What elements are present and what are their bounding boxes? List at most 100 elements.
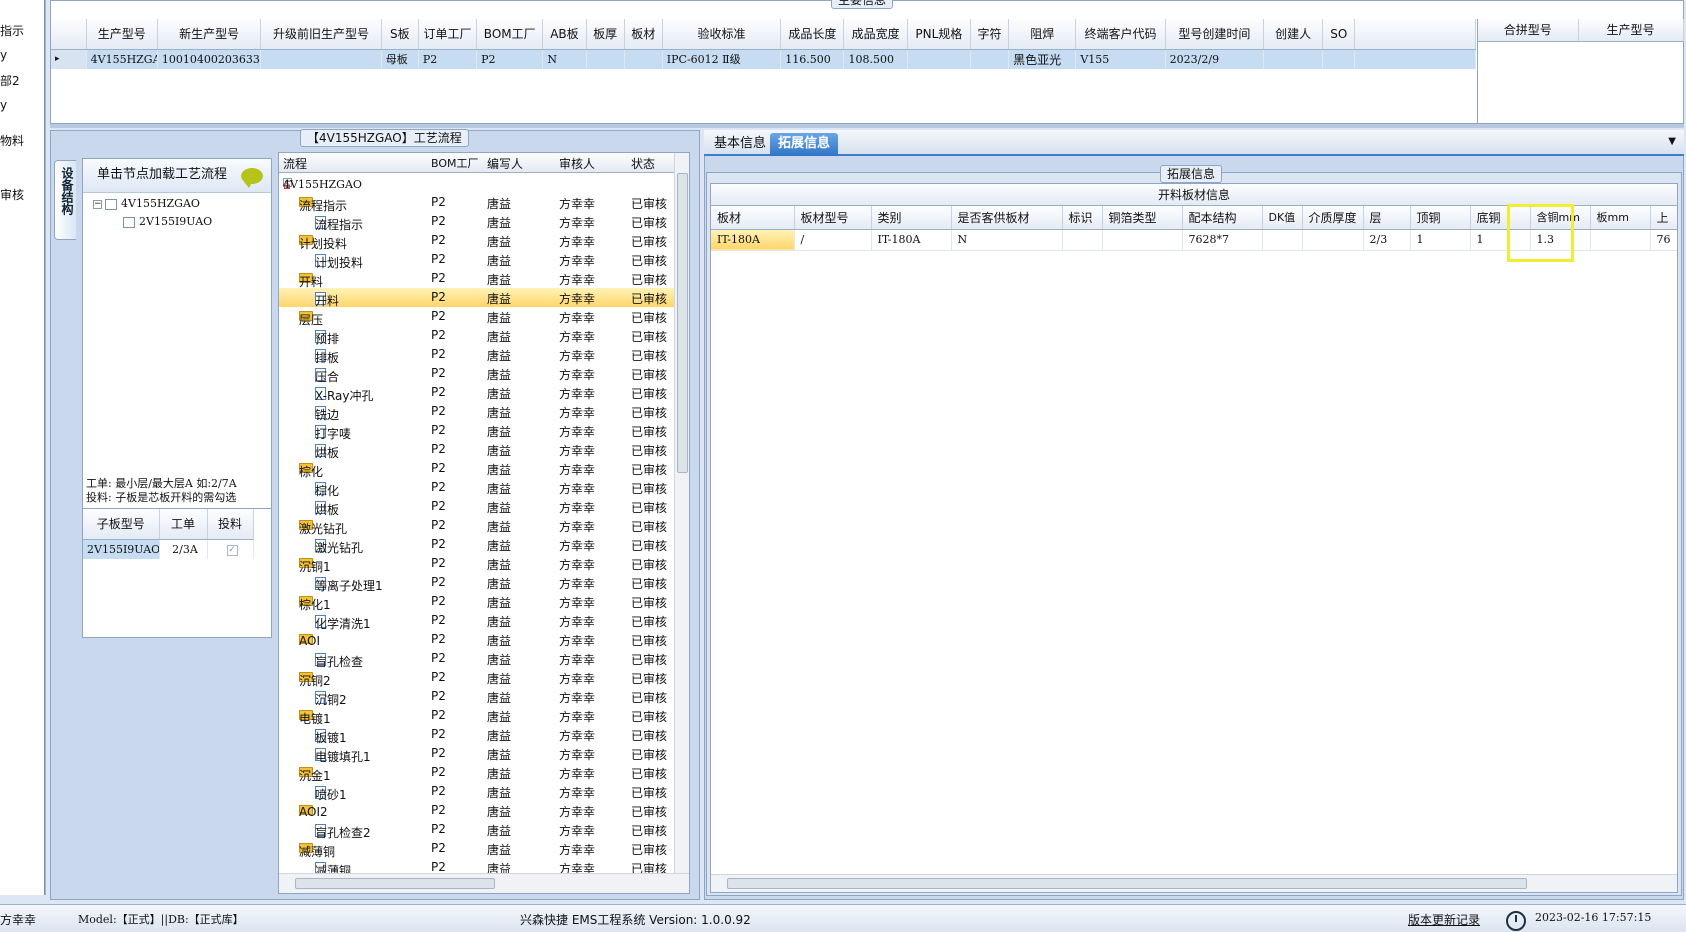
flow-row[interactable]: −AOIP2唐益方幸幸已审核 [279,630,675,649]
flow-row[interactable]: 化学清洗1 P2 唐益 方幸幸 已审核 [279,611,675,631]
horizontal-scrollbar[interactable] [711,874,1677,892]
flow-row[interactable]: 电镀填孔1 P2 唐益 方幸幸 已审核 [279,744,675,764]
flow-row[interactable]: 喷砂1 P2 唐益 方幸幸 已审核 [279,782,675,802]
col-header[interactable]: 订单工厂 [418,19,478,50]
col-header[interactable]: 终端客户代码 [1075,19,1166,50]
cell[interactable] [586,49,625,69]
col-header[interactable]: 是否客供板材 [951,206,1063,230]
scroll-thumb[interactable] [295,878,495,889]
col-header[interactable]: SO [1322,19,1356,50]
col-header[interactable]: 验收标准 [662,19,782,50]
cell[interactable]: IT-180A [871,229,952,251]
left-nav-item[interactable]: y [0,48,7,62]
flow-row[interactable]: −沉铜1P2唐益方幸幸已审核 [279,554,675,574]
flow-row[interactable]: −沉金1P2唐益方幸幸已审核 [279,763,675,783]
cell[interactable]: 76 [1650,229,1677,251]
cell[interactable]: N [951,229,1063,251]
col-header[interactable]: 介质厚度 [1302,206,1364,230]
flow-row[interactable]: 压合 P2 唐益 方幸幸 已审核 [279,364,675,384]
flow-row[interactable]: −棕化P2唐益方幸幸已审核 [279,459,675,479]
scroll-thumb[interactable] [677,173,688,473]
col-header[interactable]: 工单 [159,509,208,540]
flow-row[interactable]: 计划投料 P2 唐益 方幸幸 已审核 [279,250,675,270]
flow-row[interactable]: −AOI2P2唐益方幸幸已审核 [279,801,675,820]
col-header[interactable]: 板mm [1590,206,1651,230]
scroll-thumb[interactable] [727,878,1527,889]
left-nav-item[interactable]: 指示 [0,22,24,39]
version-history-link[interactable]: 版本更新记录 [1408,911,1480,928]
flow-row[interactable]: −棕化1P2唐益方幸幸已审核 [279,592,675,612]
cell[interactable] [970,49,1010,69]
tab-equipment-structure[interactable]: 设备结构 [54,160,76,240]
cell[interactable] [1062,229,1103,251]
splitter[interactable] [50,124,1684,128]
flow-row[interactable]: 盲孔检查2 P2 唐益 方幸幸 已审核 [279,820,675,840]
flow-row[interactable]: 激光钻孔 P2 唐益 方幸幸 已审核 [279,535,675,555]
col-header[interactable]: S板 [381,19,419,50]
col-header[interactable]: 层 [1363,206,1411,230]
left-nav-item[interactable]: y [0,98,7,112]
left-nav-item[interactable]: 部2 [0,72,20,89]
col-header[interactable]: 生产型号 [1578,19,1684,42]
flow-row[interactable]: 排板 P2 唐益 方幸幸 已审核 [279,345,675,365]
vertical-scrollbar[interactable] [674,153,689,875]
col-header[interactable]: 型号创建时间 [1165,19,1265,50]
col-header[interactable]: 审核人 [559,155,595,172]
chevron-down-icon[interactable]: ▼ [1668,136,1676,147]
cell[interactable]: 108.500 [843,49,908,69]
left-nav-item[interactable]: 物料 [0,132,24,149]
cell[interactable]: P2 [476,49,544,69]
col-header[interactable]: 板材 [624,19,663,50]
col-header[interactable]: 成品宽度 [843,19,908,50]
flow-row[interactable]: X-Ray冲孔 P2 唐益 方幸幸 已审核 [279,383,675,403]
table-row[interactable]: 2V155I9UAO 2/3A ✓ [83,539,254,559]
col-header[interactable]: BOM工厂 [476,19,544,50]
flow-row[interactable]: −沉铜2P2唐益方幸幸已审核 [279,668,675,688]
cell[interactable]: 2023/2/9 [1165,49,1265,69]
col-header[interactable]: 生产型号 [86,19,158,50]
col-header[interactable]: 配本结构 [1182,206,1263,230]
col-header[interactable]: 新生产型号 [157,19,262,50]
flow-row[interactable]: 打字唛 P2 唐益 方幸幸 已审核 [279,421,675,441]
col-header[interactable]: 板材 [711,206,795,230]
tab-basic-info[interactable]: 基本信息 [706,133,774,156]
cell[interactable]: V155 [1075,49,1166,69]
cell[interactable]: 116.500 [780,49,845,69]
horizontal-scrollbar[interactable] [279,873,689,893]
col-header[interactable]: PNL规格 [907,19,971,50]
cell[interactable] [1263,49,1324,69]
col-header[interactable]: 状态 [631,155,655,172]
col-header[interactable]: 标识 [1062,206,1103,230]
flow-row[interactable]: 等离子处理1 P2 唐益 方幸幸 已审核 [279,573,675,593]
checkbox-icon[interactable]: ✓ [226,545,238,557]
flow-row[interactable]: 沉铜2 P2 唐益 方幸幸 已审核 [279,687,675,707]
tree-node-root[interactable]: −4V155HZGAO [93,197,200,210]
cell[interactable] [1102,229,1183,251]
col-header[interactable]: 成品长度 [780,19,845,50]
left-nav-item[interactable]: 审核 [0,186,24,203]
table-row[interactable]: ▸ 4V155HZGAO 10010400203633 母板 P2 P2 N I… [51,49,1476,69]
flow-row[interactable]: 板镀1 P2 唐益 方幸幸 已审核 [279,725,675,745]
tree-node-child[interactable]: 2V155I9UAO [123,215,212,228]
cell[interactable]: 2V155I9UAO [83,539,160,559]
cell[interactable] [1262,229,1303,251]
cell[interactable]: IPC-6012 Ⅱ级 [662,49,782,69]
col-header[interactable]: 投料 [207,509,254,540]
col-header[interactable]: 创建人 [1263,19,1324,50]
cell[interactable]: 1 [1410,229,1471,251]
col-header[interactable]: 字符 [970,19,1010,50]
col-header[interactable]: 阻焊 [1008,19,1077,50]
cell[interactable] [1322,49,1356,69]
tab-extended-info[interactable]: 拓展信息 [770,133,839,156]
flow-row[interactable]: −层压P2唐益方幸幸已审核 [279,307,675,327]
col-header[interactable]: 板厚 [586,19,625,50]
cell[interactable] [907,49,971,69]
cell[interactable] [260,49,382,69]
cell[interactable]: P2 [418,49,478,69]
col-header[interactable]: 板材型号 [794,206,872,230]
col-header[interactable]: DK值 [1262,206,1303,230]
cell[interactable]: 7628*7 [1182,229,1263,251]
cell[interactable]: / [794,229,872,251]
col-header[interactable]: 顶铜 [1410,206,1471,230]
feed-checkbox[interactable]: ✓ [207,539,254,559]
